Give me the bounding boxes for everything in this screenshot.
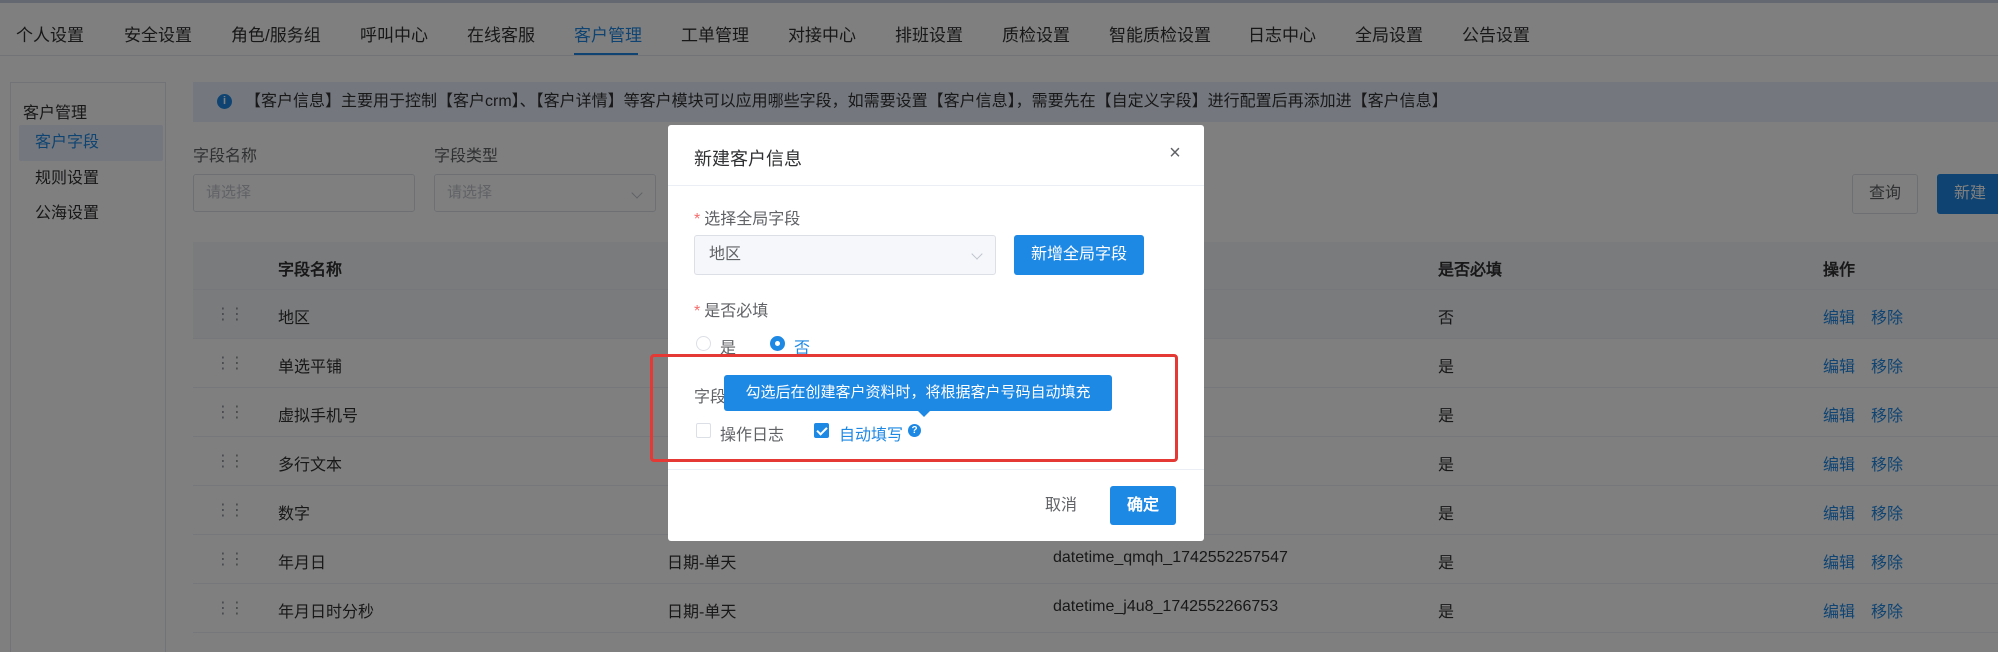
highlight-annotation-box [650, 354, 1178, 462]
required-field-label-text: 是否必填 [704, 303, 769, 320]
radio-yes[interactable] [696, 336, 711, 351]
add-global-field-button[interactable]: 新增全局字段 [1014, 235, 1144, 275]
select-global-field-label-text: 选择全局字段 [704, 211, 801, 228]
chevron-down-icon [971, 248, 983, 260]
close-icon[interactable]: × [1165, 143, 1185, 163]
dialog-footer-divider [668, 469, 1204, 470]
required-asterisk: * [694, 211, 701, 228]
dialog-header-divider [668, 185, 1204, 186]
cancel-button[interactable]: 取消 [1036, 487, 1086, 525]
confirm-button[interactable]: 确定 [1110, 486, 1176, 525]
required-asterisk: * [694, 303, 701, 320]
radio-no[interactable] [770, 336, 785, 351]
new-customer-info-dialog: 新建客户信息 × * 选择全局字段 地区 新增全局字段 * 是否必填 是 否 字段 … [668, 125, 1204, 541]
required-field-label: * 是否必填 [694, 297, 768, 321]
dialog-title: 新建客户信息 [694, 149, 802, 169]
select-global-field-label: * 选择全局字段 [694, 205, 800, 229]
global-field-value: 地区 [709, 246, 742, 263]
global-field-select[interactable]: 地区 [694, 235, 996, 275]
